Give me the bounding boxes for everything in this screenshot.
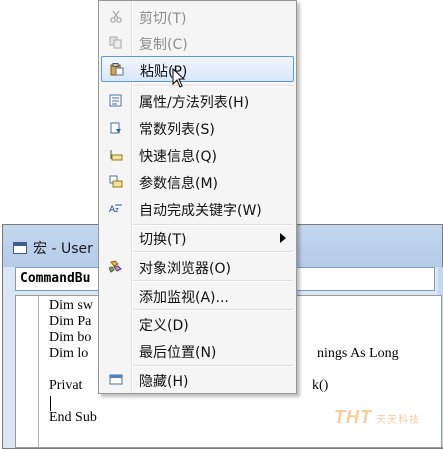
parameter-info-icon — [109, 175, 123, 188]
menu-separator — [133, 251, 293, 253]
menu-item-complete-word[interactable]: A z 自动完成关键字(W) — [101, 196, 294, 222]
object-browser-icon — [109, 260, 122, 273]
menu-item-label: 切换(T) — [139, 232, 187, 248]
scissors-icon — [110, 10, 122, 23]
code-line: Dim sw — [49, 298, 93, 313]
menu-item-cut[interactable]: 剪切(T) — [101, 4, 294, 30]
menu-item-parameter-info[interactable]: 参数信息(M) — [101, 169, 294, 195]
svg-text:z: z — [115, 206, 119, 214]
menu-separator — [133, 280, 293, 282]
list-members-icon — [109, 94, 122, 107]
watermark-logo-text: THT — [334, 407, 372, 427]
menu-item-label: 剪切(T) — [139, 11, 187, 27]
code-line: Dim lo — [49, 346, 89, 361]
menu-item-label: 自动完成关键字(W) — [139, 203, 262, 219]
window-icon — [109, 374, 123, 385]
mouse-cursor-icon — [172, 68, 186, 88]
code-line-tail: nings As Long — [317, 346, 399, 361]
watermark-tagline: 天天科技 — [376, 415, 420, 426]
menu-item-copy[interactable]: 复制(C) — [101, 30, 294, 56]
window-title-text: 宏 - User — [33, 241, 93, 257]
complete-word-icon: A z — [109, 204, 122, 215]
menu-item-quick-info[interactable]: 快速信息(Q) — [101, 142, 294, 168]
code-line: End Sub — [49, 410, 97, 425]
menu-item-label: 定义(D) — [139, 318, 189, 334]
code-line-tail: k() — [312, 378, 329, 393]
code-line: Dim Pa — [49, 314, 92, 329]
menu-item-definition[interactable]: 定义(D) — [101, 311, 294, 337]
menu-separator — [133, 85, 293, 87]
quick-info-icon — [110, 150, 123, 161]
menu-item-object-browser[interactable]: 对象浏览器(O) — [101, 254, 294, 280]
menu-item-label: 对象浏览器(O) — [139, 261, 231, 277]
context-menu: 剪切(T) 复制(C) 粘贴(P) 属性/方法列表(H) 常数列表(S) 快速信… — [98, 0, 297, 394]
code-lines: Dim sw Dim Pa Dim bo Dim lo Privat End S… — [49, 298, 97, 426]
menu-item-label: 添加监视(A)... — [139, 290, 229, 306]
menu-item-list-constants[interactable]: 常数列表(S) — [101, 115, 294, 141]
menu-item-add-watch[interactable]: 添加监视(A)... — [101, 283, 294, 309]
list-constants-icon — [110, 122, 121, 134]
menu-item-hide[interactable]: 隐藏(H) — [101, 367, 294, 393]
menu-item-label: 属性/方法列表(H) — [139, 95, 250, 111]
menu-item-label: 快速信息(Q) — [139, 149, 217, 165]
window-icon — [13, 242, 27, 254]
watermark-logo: THT 天天科技 — [334, 407, 420, 428]
menu-item-label: 隐藏(H) — [139, 374, 189, 390]
menu-item-list-properties-methods[interactable]: 属性/方法列表(H) — [101, 88, 294, 114]
margin-indicator-bar[interactable] — [16, 296, 39, 447]
paste-icon — [110, 63, 124, 76]
copy-icon — [109, 36, 122, 49]
menu-item-label: 参数信息(M) — [139, 176, 219, 192]
window-title: 宏 - User — [13, 239, 93, 257]
submenu-arrow-icon — [280, 233, 286, 243]
menu-item-paste[interactable]: 粘贴(P) — [101, 56, 294, 82]
menu-item-toggle[interactable]: 切换(T) — [101, 225, 294, 251]
code-line: Dim bo — [49, 330, 92, 345]
code-line: Privat — [49, 378, 83, 393]
menu-item-last-position[interactable]: 最后位置(N) — [101, 338, 294, 364]
menu-item-label: 最后位置(N) — [139, 345, 217, 361]
text-caret — [50, 396, 51, 411]
menu-item-label: 复制(C) — [139, 37, 188, 53]
menu-item-label: 常数列表(S) — [139, 122, 215, 138]
